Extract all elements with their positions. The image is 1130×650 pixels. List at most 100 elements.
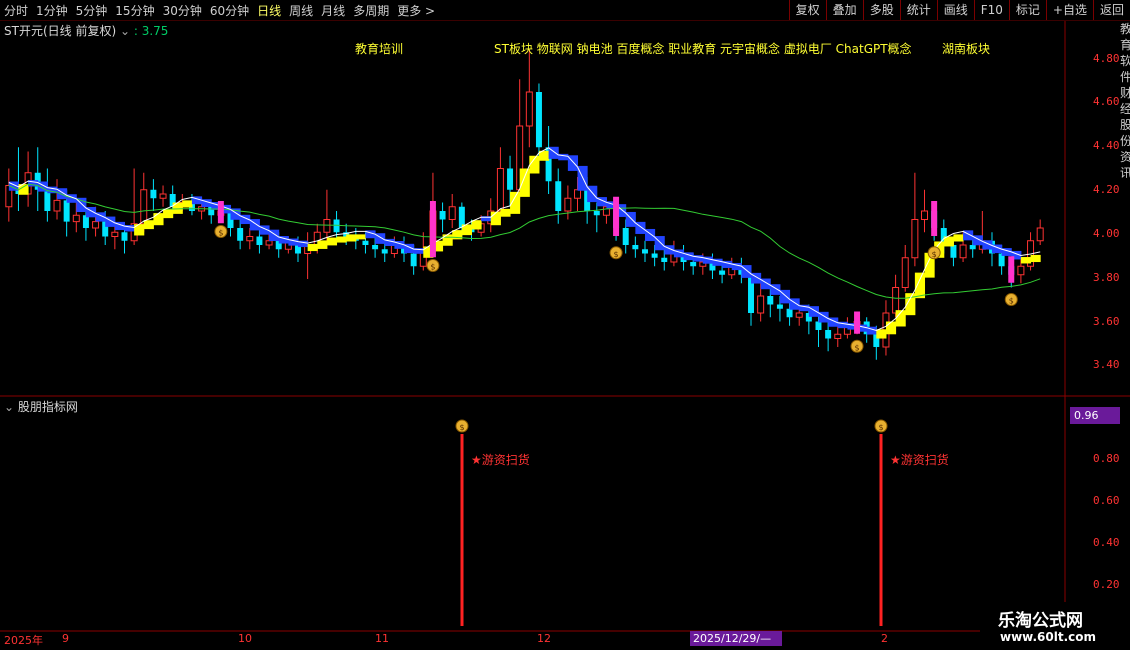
sub-tick: 0.60 [1093, 494, 1120, 507]
kline-chart[interactable]: $ $ $ $ $ $ $ $ [0, 21, 1130, 650]
concept-label-1: 教育培训 [355, 42, 404, 56]
date-label: 11 [375, 632, 389, 645]
trend-band-segment [519, 168, 530, 197]
period-tabs: 分时 1分钟 5分钟 15分钟 30分钟 60分钟 日线 周线 月线 多周期 更… [4, 0, 443, 20]
draw-line-button[interactable]: 画线 [936, 0, 974, 20]
tab-fenshi[interactable]: 分时 [4, 2, 28, 19]
candle-body-down [690, 262, 697, 267]
f10-button[interactable]: F10 [973, 0, 1009, 20]
candle-body-up [111, 231, 119, 237]
candle-body-up [72, 214, 80, 223]
candle-body-up [959, 244, 967, 259]
indicator-value: : 3.75 [133, 24, 169, 38]
candle-body-up [574, 189, 582, 199]
trend-band-segment [134, 224, 145, 236]
candle-body-down [651, 253, 658, 258]
chevron-down-icon[interactable]: ⌄ [4, 400, 14, 414]
cursor-date-label: 2025/12/29/— [690, 631, 782, 646]
tab-1min[interactable]: 1分钟 [36, 2, 68, 19]
tab-15min[interactable]: 15分钟 [115, 2, 154, 19]
chevron-down-icon[interactable]: ⌄ [120, 24, 130, 38]
right-info-strip: 教育软件财经股份资讯 [1120, 22, 1130, 180]
money-bag-icon-glyph: $ [878, 423, 883, 432]
watermark-line2: www.60lt.com [1000, 630, 1097, 644]
candle-body-up [323, 219, 331, 233]
signal-label: ★游资扫货 [890, 453, 949, 467]
candle-body-up [921, 210, 929, 220]
date-label: 9 [62, 632, 69, 645]
candle-body-down [362, 240, 369, 245]
tab-multi-period[interactable]: 多周期 [353, 2, 389, 19]
signal-bar [931, 201, 938, 236]
candle-body-up [246, 236, 254, 242]
concept-label-3: 湖南板块 [942, 42, 991, 56]
candle-body-down [381, 249, 388, 254]
trend-band-segment [1030, 254, 1041, 263]
candle-body-up [53, 199, 61, 212]
candle-body-down [632, 245, 639, 250]
date-label: 2025年 [4, 634, 43, 647]
date-label: 12 [537, 632, 551, 645]
candle-body-up [525, 91, 533, 127]
add-favorite-button[interactable]: +自选 [1045, 0, 1093, 20]
price-tick: 4.60 [1093, 95, 1120, 108]
candle-body-down [815, 321, 822, 330]
price-tick: 4.20 [1093, 183, 1120, 196]
tab-weekly[interactable]: 周线 [289, 2, 313, 19]
candle-body-down [641, 249, 648, 254]
candle-body-up [1017, 265, 1025, 276]
tab-monthly[interactable]: 月线 [321, 2, 345, 19]
candle-body-up [140, 189, 148, 225]
candle-body-down [719, 270, 726, 275]
price-tick: 3.40 [1093, 358, 1120, 371]
mark-button[interactable]: 标记 [1008, 0, 1046, 20]
trend-band-segment [876, 329, 887, 339]
back-button[interactable]: 返回 [1092, 0, 1130, 20]
candle-body-up [892, 287, 900, 314]
candle-body-down [63, 200, 70, 222]
trend-band-segment [500, 208, 511, 217]
candle-body-up [265, 240, 273, 246]
candle-body-down [333, 219, 340, 233]
signal-label: ★游资扫货 [471, 453, 530, 467]
sub-indicator-value-badge: 0.96 [1070, 407, 1120, 424]
overlay-button[interactable]: 叠加 [825, 0, 863, 20]
signal-bar [217, 201, 224, 224]
date-axis: 2025年 9 10 11 12 2 [0, 631, 1130, 650]
stock-title[interactable]: ST开元(日线 前复权) [4, 24, 116, 38]
money-bag-icon-glyph: $ [614, 250, 619, 259]
candle-body-up [159, 193, 167, 199]
signal-bar [1008, 256, 1015, 283]
money-bag-icon-glyph: $ [430, 263, 435, 272]
candle-body-down [555, 181, 562, 211]
trend-band-segment [490, 211, 501, 226]
date-label: 10 [238, 632, 252, 645]
money-bag-icon-glyph: $ [1009, 297, 1014, 306]
tab-5min[interactable]: 5分钟 [76, 2, 108, 19]
trend-band-segment [326, 237, 338, 246]
trend-band-segment [172, 202, 183, 214]
multi-stock-button[interactable]: 多股 [862, 0, 900, 20]
tab-60min[interactable]: 60分钟 [210, 2, 249, 19]
tab-30min[interactable]: 30分钟 [163, 2, 202, 19]
money-bag-icon-glyph: $ [218, 229, 223, 238]
signal-bar [854, 311, 861, 334]
tab-more[interactable]: 更多 > [397, 2, 435, 19]
trend-band-segment [346, 234, 357, 242]
price-tick: 3.80 [1093, 271, 1120, 284]
trend-band-segment [307, 243, 318, 252]
price-tick: 4.80 [1093, 52, 1120, 65]
trend-band-segment [442, 234, 453, 246]
price-tick: 3.60 [1093, 315, 1120, 328]
tab-daily[interactable]: 日线 [257, 2, 281, 19]
candle-body-down [372, 245, 379, 250]
trend-band-segment [182, 200, 193, 208]
signal-bar [429, 201, 436, 258]
candle-body-up [448, 206, 456, 220]
sub-indicator-title[interactable]: 股朋指标网 [18, 400, 78, 414]
statistics-button[interactable]: 统计 [899, 0, 937, 20]
chart-background [0, 21, 1130, 650]
restore-rights-button[interactable]: 复权 [788, 0, 826, 20]
trend-band-segment [355, 234, 366, 240]
candle-body-down [256, 236, 263, 245]
